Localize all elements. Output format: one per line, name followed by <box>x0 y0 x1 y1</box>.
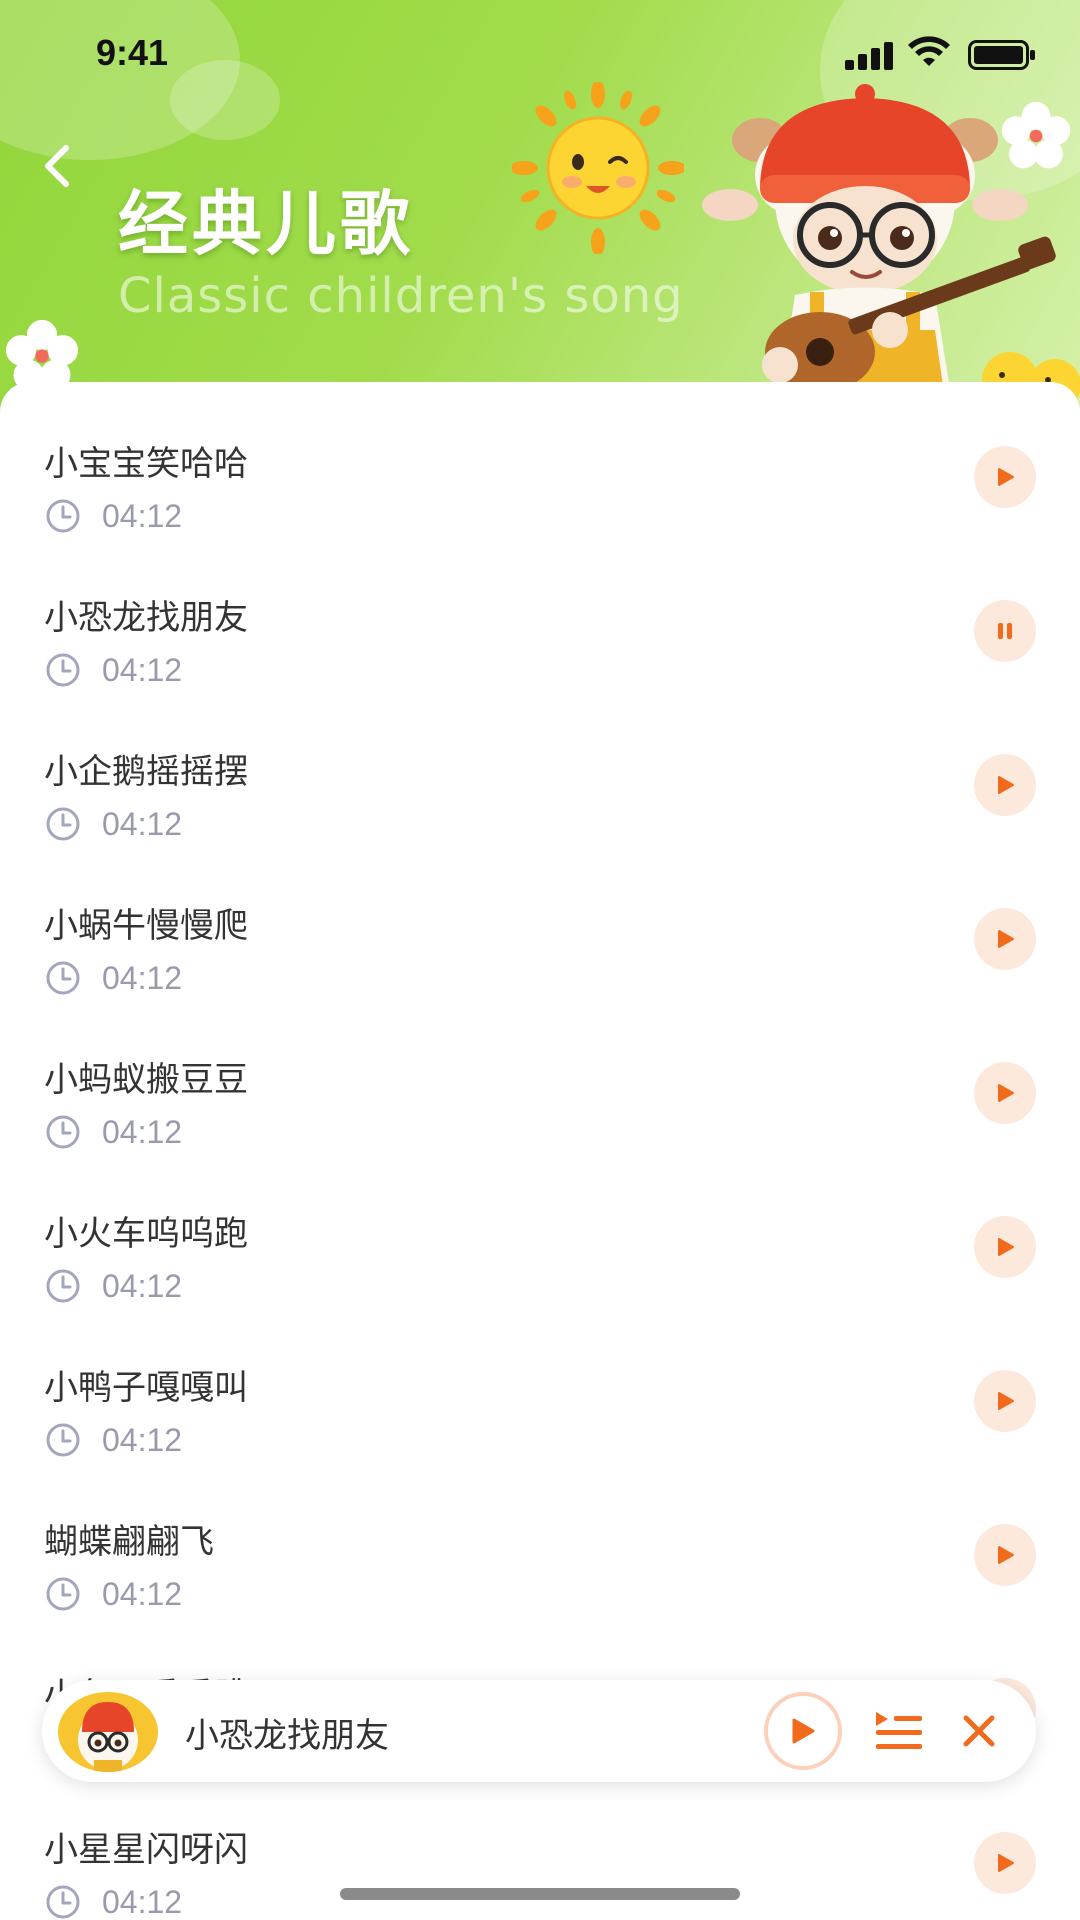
song-row[interactable]: 小鸭子嘎嘎叫 04:12 <box>0 1322 1080 1476</box>
song-title: 小企鹅摇摇摆 <box>44 752 248 792</box>
wifi-icon <box>908 36 950 66</box>
play-button[interactable] <box>974 1832 1036 1894</box>
song-row[interactable]: 小蜗牛慢慢爬 04:12 <box>0 860 1080 1014</box>
play-button[interactable] <box>974 1370 1036 1432</box>
play-icon <box>998 1392 1014 1410</box>
sheep-avatar-icon <box>78 1702 138 1772</box>
song-meta: 04:12 <box>44 1882 182 1920</box>
song-meta: 04:12 <box>44 1574 182 1614</box>
page-subtitle: Classic children's song <box>118 268 684 324</box>
page-title: 经典儿歌 <box>118 183 414 265</box>
mini-player[interactable]: 小恐龙找朋友 <box>42 1680 1036 1782</box>
song-title: 小星星闪呀闪 <box>44 1830 248 1870</box>
song-row[interactable]: 小火车呜呜跑 04:12 <box>0 1168 1080 1322</box>
header-banner: 9:41 经典儿歌 Classic children's song <box>0 0 1080 420</box>
song-duration: 04:12 <box>102 651 183 688</box>
clock-icon <box>46 807 80 841</box>
song-title: 蝴蝶翩翩飞 <box>44 1522 214 1562</box>
clock-icon <box>46 653 80 687</box>
play-icon <box>998 1854 1014 1872</box>
now-playing-title: 小恐龙找朋友 <box>185 1716 389 1756</box>
play-icon <box>998 1238 1014 1256</box>
clock-icon <box>46 499 80 533</box>
song-meta: 04:12 <box>44 1420 182 1460</box>
song-duration: 04:12 <box>102 1883 183 1920</box>
now-playing-cover[interactable] <box>58 1692 158 1772</box>
song-title: 小鸭子嘎嘎叫 <box>44 1368 248 1408</box>
pause-button[interactable] <box>974 600 1036 662</box>
song-duration: 04:12 <box>102 1421 183 1458</box>
sun-illustration <box>512 82 684 254</box>
song-row[interactable]: 小恐龙找朋友 04:12 <box>0 552 1080 706</box>
song-meta: 04:12 <box>44 496 182 536</box>
song-title: 小恐龙找朋友 <box>44 598 248 638</box>
player-play-button[interactable] <box>764 1692 842 1770</box>
song-meta: 04:12 <box>44 1266 182 1306</box>
clock-icon <box>46 1577 80 1611</box>
flower-decoration <box>1001 101 1071 169</box>
play-icon <box>998 1084 1014 1102</box>
clock-icon <box>46 1269 80 1303</box>
play-button[interactable] <box>974 754 1036 816</box>
song-duration: 04:12 <box>102 959 183 996</box>
song-title: 小火车呜呜跑 <box>44 1214 248 1254</box>
close-icon[interactable] <box>960 1712 998 1750</box>
song-duration: 04:12 <box>102 1113 183 1150</box>
clock-icon <box>46 1885 80 1919</box>
song-title: 小蚂蚁搬豆豆 <box>44 1060 248 1100</box>
playlist-icon[interactable] <box>874 1710 924 1752</box>
play-icon <box>998 930 1014 948</box>
song-meta: 04:12 <box>44 650 182 690</box>
play-icon <box>998 468 1014 486</box>
clock-icon <box>46 1115 80 1149</box>
play-button[interactable] <box>974 1216 1036 1278</box>
play-button[interactable] <box>974 1062 1036 1124</box>
pause-icon <box>998 623 1012 639</box>
song-row[interactable]: 蝴蝶翩翩飞 04:12 <box>0 1476 1080 1630</box>
song-duration: 04:12 <box>102 497 183 534</box>
clock-icon <box>46 961 80 995</box>
song-row[interactable]: 小宝宝笑哈哈 04:12 <box>0 398 1080 552</box>
play-icon <box>998 776 1014 794</box>
play-icon <box>792 1718 815 1744</box>
battery-icon <box>968 40 1035 70</box>
song-meta: 04:12 <box>44 1112 182 1152</box>
song-row[interactable]: 小企鹅摇摇摆 04:12 <box>0 706 1080 860</box>
play-button[interactable] <box>974 446 1036 508</box>
song-duration: 04:12 <box>102 1575 183 1612</box>
back-arrow-icon[interactable] <box>38 140 78 192</box>
song-title: 小宝宝笑哈哈 <box>44 444 248 484</box>
song-duration: 04:12 <box>102 805 183 842</box>
play-icon <box>998 1546 1014 1564</box>
home-indicator[interactable] <box>340 1888 740 1900</box>
song-duration: 04:12 <box>102 1267 183 1304</box>
status-time: 9:41 <box>96 32 169 73</box>
clock-icon <box>46 1423 80 1457</box>
song-meta: 04:12 <box>44 804 182 844</box>
song-row[interactable]: 小蚂蚁搬豆豆 04:12 <box>0 1014 1080 1168</box>
song-meta: 04:12 <box>44 958 182 998</box>
play-button[interactable] <box>974 908 1036 970</box>
song-title: 小蜗牛慢慢爬 <box>44 906 248 946</box>
play-button[interactable] <box>974 1524 1036 1586</box>
cellular-signal-icon <box>845 40 897 70</box>
